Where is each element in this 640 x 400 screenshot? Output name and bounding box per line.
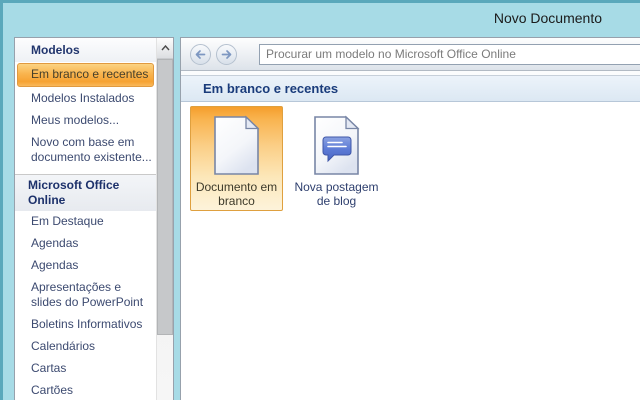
search-toolbar [181, 38, 640, 71]
sidebar-item-apresentacoes-powerpoint[interactable]: Apresentações e slides do PowerPoint [15, 277, 156, 314]
sidebar-section-microsoft-office-online: Microsoft Office Online [15, 174, 156, 211]
template-label: Nova postagem de blog [291, 180, 382, 208]
dialog-title: Novo Documento [494, 10, 602, 26]
sidebar-item-meus-modelos[interactable]: Meus modelos... [15, 110, 156, 132]
sidebar-item-agendas-2[interactable]: Agendas [15, 255, 156, 277]
sidebar-item-modelos-instalados[interactable]: Modelos Instalados [15, 88, 156, 110]
sidebar-item-em-branco-e-recentes[interactable]: Em branco e recentes [17, 63, 154, 87]
back-button[interactable] [190, 44, 211, 65]
sidebar-item-cartas[interactable]: Cartas [15, 358, 156, 380]
sidebar-item-calendarios[interactable]: Calendários [15, 336, 156, 358]
blank-document-icon [213, 115, 260, 176]
sidebar-item-cartoes[interactable]: Cartões [15, 380, 156, 400]
section-title: Em branco e recentes [181, 75, 640, 102]
template-tile-documento-em-branco[interactable]: Documento em branco [190, 106, 283, 211]
templates-sidebar: Modelos Em branco e recentes Modelos Ins… [14, 37, 174, 400]
search-input[interactable] [259, 44, 640, 65]
scrollbar-thumb[interactable] [157, 59, 173, 335]
template-tile-nova-postagem-de-blog[interactable]: Nova postagem de blog [290, 106, 383, 211]
new-document-dialog: Novo Documento Modelos Em branco e recen… [0, 0, 640, 400]
sidebar-header-modelos: Modelos [15, 38, 156, 62]
sidebar-item-agendas-1[interactable]: Agendas [15, 233, 156, 255]
sidebar-item-em-destaque[interactable]: Em Destaque [15, 211, 156, 233]
template-category-list: Modelos Em branco e recentes Modelos Ins… [15, 38, 156, 400]
titlebar: Novo Documento [3, 3, 640, 34]
template-gallery: Documento em branco [181, 102, 640, 211]
forward-button[interactable] [216, 44, 237, 65]
blog-post-icon [313, 115, 360, 176]
sidebar-item-boletins-informativos[interactable]: Boletins Informativos [15, 314, 156, 336]
sidebar-item-novo-com-base-documento-existente[interactable]: Novo com base em documento existente... [15, 132, 156, 169]
chevron-up-icon [161, 45, 170, 51]
main-panel: Em branco e recentes Documento em branco [180, 37, 640, 400]
sidebar-scrollbar[interactable] [156, 38, 173, 400]
scroll-up-button[interactable] [157, 38, 173, 59]
forward-icon [220, 48, 233, 61]
back-icon [194, 48, 207, 61]
template-label: Documento em branco [191, 180, 282, 208]
